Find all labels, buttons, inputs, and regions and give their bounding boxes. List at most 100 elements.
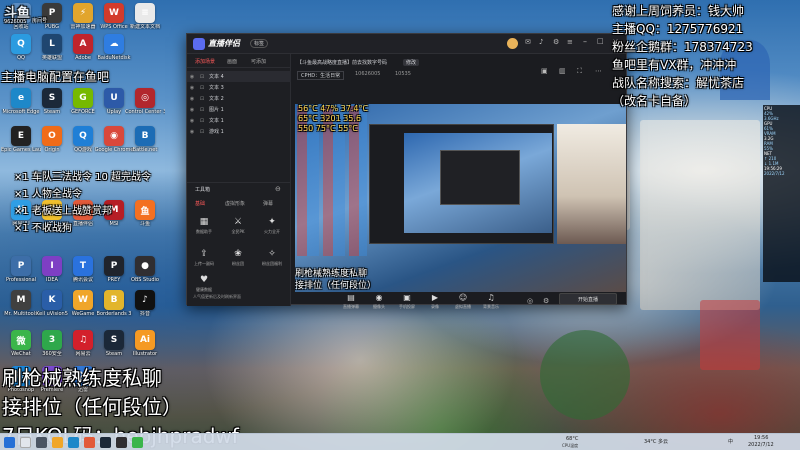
title-bar[interactable]: 直播伴侣 标签 ✉ ♪ ⚙ ≡ – □ × — [187, 34, 626, 54]
scene-item[interactable]: ◉ ⊡ 文本 2 — [187, 93, 291, 104]
menu-icon[interactable]: ≡ — [567, 38, 573, 46]
tool-button[interactable]: ✦ 火力全开 — [261, 216, 283, 242]
scene-item[interactable]: ◉ ⊡ 文本 1 — [187, 115, 291, 126]
more-icon[interactable]: ⋯ — [595, 67, 602, 75]
control-button[interactable]: ☺ 虚拟直播 — [451, 293, 475, 310]
tools-tab-avatar[interactable]: 虚拟形象 — [225, 200, 245, 207]
mail-icon[interactable]: ✉ — [525, 38, 531, 46]
desktop-icon[interactable]: M Mr. Multitools — [4, 290, 38, 330]
control-button[interactable]: ◉ 摄像头 — [367, 293, 391, 310]
tool-label: 粉丝团 — [232, 261, 244, 266]
desktop-icon-glyph: U — [104, 88, 124, 108]
desktop-icon[interactable]: Q QQ游戏 — [68, 126, 98, 166]
tool-button[interactable]: ⇪ 上传一副码 — [193, 248, 215, 274]
settings-icon[interactable]: ⚙ — [553, 38, 559, 46]
desktop-icon[interactable]: EEpic Games Launcher — [1, 126, 41, 166]
app-badge[interactable]: 标签 — [250, 39, 269, 48]
fullscreen-icon[interactable]: ⛶ — [577, 67, 582, 76]
record-icon[interactable]: ▣ — [541, 67, 548, 75]
wechat-taskbar-icon[interactable] — [132, 437, 143, 448]
edge-icon[interactable] — [68, 437, 79, 448]
minimize-icon[interactable]: – — [583, 37, 587, 46]
bottom-overlay-line: 接排位（任何段位） — [2, 395, 182, 419]
lock-icon[interactable]: ⊡ — [197, 74, 207, 80]
tool-icon: ⇪ — [200, 249, 208, 259]
tool-button[interactable]: ⚔ 全民PK — [227, 216, 249, 242]
scene-item[interactable]: ◉ ⊡ 文本 4 — [187, 71, 291, 82]
desktop-icon[interactable]: e Microsoft Edge — [3, 88, 39, 128]
desktop-icon-glyph: I — [42, 256, 62, 276]
desktop-icon-label: 新建文本文档 — [129, 24, 160, 30]
desktop-icon[interactable]: 鱼斗鱼 — [130, 200, 160, 240]
maximize-icon[interactable]: □ — [597, 37, 604, 45]
scene-item[interactable]: ◉ ⊡ 图片 1 — [187, 104, 291, 115]
eye-icon[interactable]: ◉ — [187, 85, 197, 91]
category-chip[interactable]: CPHD：生活日常 — [297, 71, 345, 80]
desktop-icon-glyph: L — [42, 34, 62, 54]
search-icon[interactable] — [20, 437, 31, 448]
eye-icon[interactable]: ◉ — [187, 107, 197, 113]
tools-tab-danmu[interactable]: 弹幕 — [263, 200, 273, 207]
control-button[interactable]: ♫ 背景音乐 — [479, 293, 503, 310]
tool-label: 数据助手 — [196, 229, 212, 234]
edit-title-button[interactable]: 修改 — [403, 59, 420, 66]
control-button[interactable]: ▣ 手机投屏 — [395, 293, 419, 310]
mic-icon[interactable]: ◎ — [527, 297, 533, 305]
ime-indicator[interactable]: 中 — [728, 438, 733, 445]
lock-icon[interactable]: ⊡ — [197, 96, 207, 102]
desktop-icon[interactable]: U Uplay — [99, 88, 129, 128]
streaming-app-taskbar-icon[interactable] — [84, 437, 95, 448]
steam-taskbar-icon[interactable] — [100, 437, 111, 448]
desktop-icon[interactable]: O Origin — [37, 126, 67, 166]
preview-wallpaper-right — [557, 124, 626, 244]
task-view-icon[interactable] — [36, 437, 47, 448]
clock-time[interactable]: 19:56 — [754, 435, 768, 441]
start-stream-button[interactable]: 开始直播 — [559, 293, 617, 305]
tools-tab-basic[interactable]: 基础 — [195, 200, 205, 207]
eye-icon[interactable]: ◉ — [187, 96, 197, 102]
desktop-icon[interactable]: B Battle.net — [130, 126, 160, 166]
desktop-icon[interactable]: ≡ 新建文本文档 — [130, 3, 160, 43]
tool-label: 火力全开 — [264, 229, 280, 234]
desktop-icon-glyph: Q — [73, 126, 93, 146]
settings-icon[interactable]: ⚙ — [543, 297, 549, 305]
weather[interactable]: 34°C 多云 — [644, 438, 668, 445]
clock-date[interactable]: 2022/7/12 — [748, 442, 774, 448]
streaming-app-window[interactable]: 直播伴侣 标签 ✉ ♪ ⚙ ≡ – □ × 添加场景 画面 可添加 ◉ ⊡ 文本 4… — [186, 33, 627, 309]
scene-item[interactable]: ◉ ⊡ 游戏 1 — [187, 126, 291, 137]
scene-item[interactable]: ◉ ⊡ 文本 3 — [187, 82, 291, 93]
control-button[interactable]: ▤ 直播弹幕 — [339, 293, 363, 310]
tab-screen[interactable]: 画面 — [227, 58, 237, 65]
desktop-icon[interactable]: W WeGame — [68, 290, 98, 330]
tool-button[interactable]: ▦ 数据助手 — [193, 216, 215, 242]
tab-addable[interactable]: 可添加 — [251, 58, 266, 65]
app-name: 直播伴侣 — [208, 39, 240, 48]
explorer-icon[interactable] — [52, 437, 63, 448]
desktop-icon[interactable]: B Borderlands 3 — [97, 290, 131, 330]
lock-icon[interactable]: ⊡ — [197, 118, 207, 124]
control-button[interactable]: ▶ 录像 — [423, 293, 447, 310]
eye-icon[interactable]: ◉ — [187, 118, 197, 124]
layout-icon[interactable]: ▥ — [559, 67, 566, 75]
lock-icon[interactable]: ⊡ — [197, 85, 207, 91]
collapse-icon[interactable]: ⊖ — [275, 185, 281, 193]
desktop-icon[interactable]: ♪ 抖音 — [130, 290, 160, 330]
desktop-icon[interactable]: ◎Control Center 3.0 — [125, 88, 165, 128]
lock-icon[interactable]: ⊡ — [197, 107, 207, 113]
tab-add-scene[interactable]: 添加场景 — [195, 58, 215, 65]
bell-icon[interactable]: ♪ — [539, 38, 543, 46]
avatar[interactable] — [507, 38, 518, 49]
desktop-icon[interactable]: K Keil uVision5 — [36, 290, 68, 330]
tool-button[interactable]: ✧ 粉丝团福利 — [261, 248, 283, 274]
start-icon[interactable] — [4, 437, 15, 448]
lock-icon[interactable]: ⊡ — [197, 129, 207, 135]
eye-icon[interactable]: ◉ — [187, 129, 197, 135]
eye-icon[interactable]: ◉ — [187, 74, 197, 80]
tool-button[interactable]: ❀ 粉丝团 — [227, 248, 249, 274]
left-overlay-line: ×1 不收战狗 — [14, 223, 72, 234]
desktop-icon[interactable]: ◉ Google Chrome — [95, 126, 133, 166]
desktop-icon[interactable]: S Steam — [37, 88, 67, 128]
preview-canvas[interactable]: 56°C 47% 37.4°C 65°C 3201 35.6 550 75°C … — [295, 104, 626, 292]
obs-taskbar-icon[interactable] — [116, 437, 127, 448]
desktop-icon[interactable]: G GEFORCE — [68, 88, 98, 128]
